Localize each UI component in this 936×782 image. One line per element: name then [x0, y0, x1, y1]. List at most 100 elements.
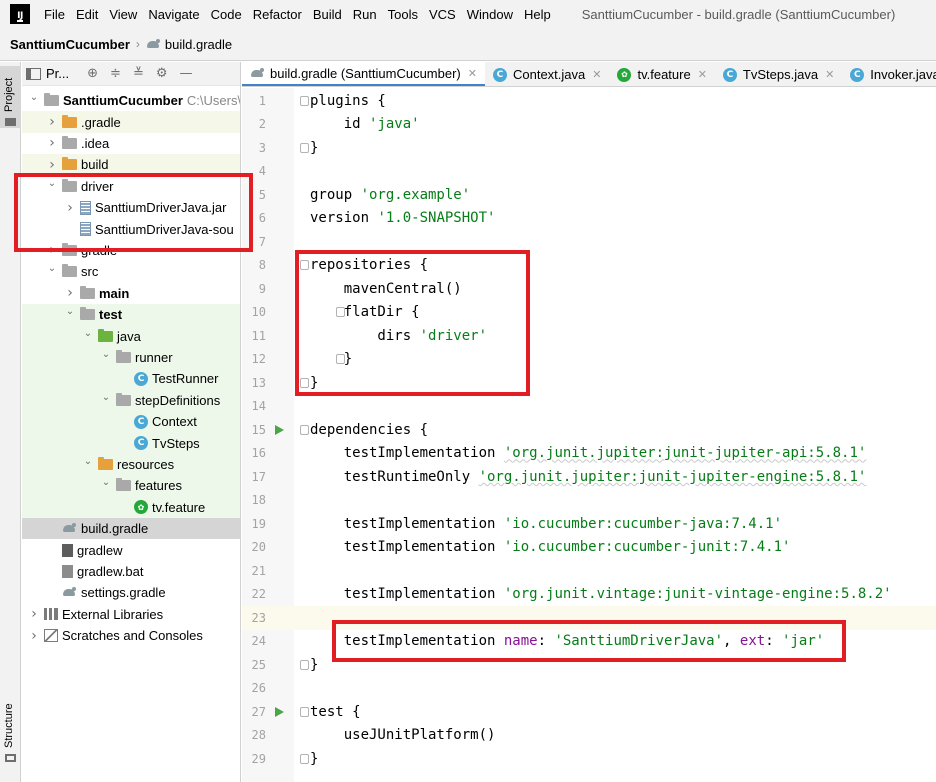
chevron-down-icon[interactable]: ⌄ — [46, 263, 58, 274]
menu-build[interactable]: Build — [313, 7, 342, 22]
menu-edit[interactable]: Edit — [76, 7, 98, 22]
hide-panel-icon[interactable]: — — [180, 66, 193, 81]
chevron-right-icon[interactable]: › — [64, 200, 76, 216]
menu-window[interactable]: Window — [467, 7, 513, 22]
code-line[interactable]: 1 plugins { — [242, 89, 936, 113]
collapse-all-icon[interactable]: ≚ — [133, 66, 144, 81]
code-line[interactable]: 17 testRuntimeOnly 'org.junit.jupiter:ju… — [242, 465, 936, 489]
editor-tab[interactable]: ✿ tv.feature ✕ — [609, 62, 714, 86]
code-line[interactable]: 12 } — [242, 348, 936, 372]
code-line[interactable]: 28 useJUnitPlatform() — [242, 724, 936, 748]
tree-item[interactable]: SanttiumDriverJava-sou — [22, 218, 240, 239]
menu-help[interactable]: Help — [524, 7, 551, 22]
code-line[interactable]: 19 testImplementation 'io.cucumber:cucum… — [242, 512, 936, 536]
chevron-down-icon[interactable]: ⌄ — [28, 92, 40, 103]
chevron-down-icon[interactable]: ⌄ — [100, 349, 112, 360]
code-line[interactable]: 2 id 'java' — [242, 113, 936, 137]
code-line[interactable]: 27 test { — [242, 700, 936, 724]
editor-tab[interactable]: C TvSteps.java ✕ — [715, 62, 842, 86]
run-gutter-icon[interactable] — [275, 706, 284, 717]
code-line[interactable]: 24 testImplementation name: 'SanttiumDri… — [242, 630, 936, 654]
tree-item[interactable]: ⌄ runner — [22, 346, 240, 369]
fold-marker-icon[interactable] — [300, 95, 309, 106]
code-line[interactable]: 26 — [242, 677, 936, 701]
fold-marker-icon[interactable] — [300, 142, 309, 153]
tree-item[interactable]: ✿ tv.feature — [22, 496, 240, 518]
run-gutter-icon[interactable] — [275, 424, 284, 435]
tree-item[interactable]: › build — [22, 154, 240, 176]
code-line[interactable]: 14 — [242, 395, 936, 419]
code-line[interactable]: 6 version '1.0-SNAPSHOT' — [242, 207, 936, 231]
close-icon[interactable]: ✕ — [825, 68, 834, 81]
tree-item[interactable]: gradlew — [22, 539, 240, 560]
code-line[interactable]: 7 — [242, 230, 936, 254]
intellij-logo-icon[interactable]: IJ — [10, 4, 30, 24]
code-line[interactable]: 20 testImplementation 'io.cucumber:cucum… — [242, 536, 936, 560]
menu-file[interactable]: File — [44, 7, 65, 22]
tree-item[interactable]: › .gradle — [22, 111, 240, 133]
code-line[interactable]: 4 — [242, 160, 936, 184]
editor-tab[interactable]: C Context.java ✕ — [485, 62, 609, 86]
chevron-down-icon[interactable]: ⌄ — [82, 328, 94, 339]
tree-item[interactable]: ⌄ features — [22, 475, 240, 497]
code-line[interactable]: 13} — [242, 371, 936, 395]
tree-item[interactable]: ⌄ java — [22, 325, 240, 347]
menu-tools[interactable]: Tools — [388, 7, 418, 22]
code-line[interactable]: 22 testImplementation 'org.junit.vintage… — [242, 583, 936, 607]
expand-all-icon[interactable]: ≑ — [110, 66, 121, 81]
code-line[interactable]: 29} — [242, 747, 936, 771]
code-line[interactable]: 25} — [242, 653, 936, 677]
tree-item[interactable]: ⌄ stepDefinitions — [22, 389, 240, 411]
tree-item[interactable]: ⌄ resources — [22, 453, 240, 476]
gear-icon[interactable]: ⚙ — [156, 66, 168, 81]
code-editor[interactable]: 1 plugins {2 id 'java' 3} 4 5 group 'org.exam… — [242, 88, 936, 782]
chevron-right-icon[interactable]: › — [46, 135, 58, 151]
chevron-right-icon[interactable]: › — [46, 114, 58, 130]
editor-tab[interactable]: C Invoker.java — [842, 62, 936, 86]
tree-item[interactable]: ⌄ test — [22, 304, 240, 326]
code-line[interactable]: 9 mavenCentral() — [242, 277, 936, 301]
chevron-down-icon[interactable]: ⌄ — [46, 178, 58, 189]
chevron-right-icon[interactable]: › — [28, 628, 40, 644]
code-line[interactable]: 8 repositories { — [242, 254, 936, 278]
code-line[interactable]: 5 group 'org.example' — [242, 183, 936, 207]
chevron-down-icon[interactable]: ⌄ — [82, 456, 94, 467]
close-icon[interactable]: ✕ — [698, 68, 707, 81]
menu-navigate[interactable]: Navigate — [148, 7, 199, 22]
code-line[interactable]: 23 — [242, 606, 936, 630]
tree-item[interactable]: › .idea — [22, 133, 240, 154]
chevron-right-icon[interactable]: › — [46, 157, 58, 173]
chevron-down-icon[interactable]: ⌄ — [100, 477, 112, 488]
project-panel-title[interactable]: Pr... — [46, 66, 69, 81]
fold-marker-icon[interactable] — [300, 753, 309, 764]
tree-item[interactable]: build.gradle — [22, 518, 240, 540]
fold-marker-icon[interactable] — [300, 424, 309, 435]
locate-file-icon[interactable]: ⊕ — [87, 66, 98, 81]
fold-marker-icon[interactable] — [300, 706, 309, 717]
chevron-down-icon[interactable]: ⌄ — [100, 392, 112, 403]
fold-marker-icon[interactable] — [300, 260, 309, 271]
menu-code[interactable]: Code — [211, 7, 242, 22]
close-icon[interactable]: ✕ — [592, 68, 601, 81]
breadcrumb-project[interactable]: SanttiumCucumber — [10, 37, 130, 52]
code-line[interactable]: 3} — [242, 136, 936, 160]
fold-marker-icon[interactable] — [300, 377, 309, 388]
tree-item[interactable]: C TestRunner — [22, 368, 240, 390]
code-line[interactable]: 21 — [242, 559, 936, 583]
chevron-right-icon[interactable]: › — [28, 606, 40, 622]
close-icon[interactable]: ✕ — [468, 67, 477, 80]
code-line[interactable]: 15 dependencies { — [242, 418, 936, 442]
chevron-right-icon[interactable]: › — [64, 285, 76, 301]
menu-view[interactable]: View — [109, 7, 137, 22]
structure-tool-window-button[interactable]: Structure — [0, 682, 21, 772]
tree-item[interactable]: › main — [22, 283, 240, 304]
chevron-right-icon[interactable]: › — [46, 242, 58, 258]
tree-item[interactable]: › gradle — [22, 240, 240, 261]
code-line[interactable]: 11 dirs 'driver' — [242, 324, 936, 348]
code-line[interactable]: 16 testImplementation 'org.junit.jupiter… — [242, 442, 936, 466]
tree-item[interactable]: › Scratches and Consoles — [22, 625, 240, 646]
tree-item[interactable]: ⌄ driver — [22, 176, 240, 197]
tree-item[interactable]: settings.gradle — [22, 582, 240, 603]
menu-run[interactable]: Run — [353, 7, 377, 22]
code-line[interactable]: 10 flatDir { — [242, 301, 936, 325]
